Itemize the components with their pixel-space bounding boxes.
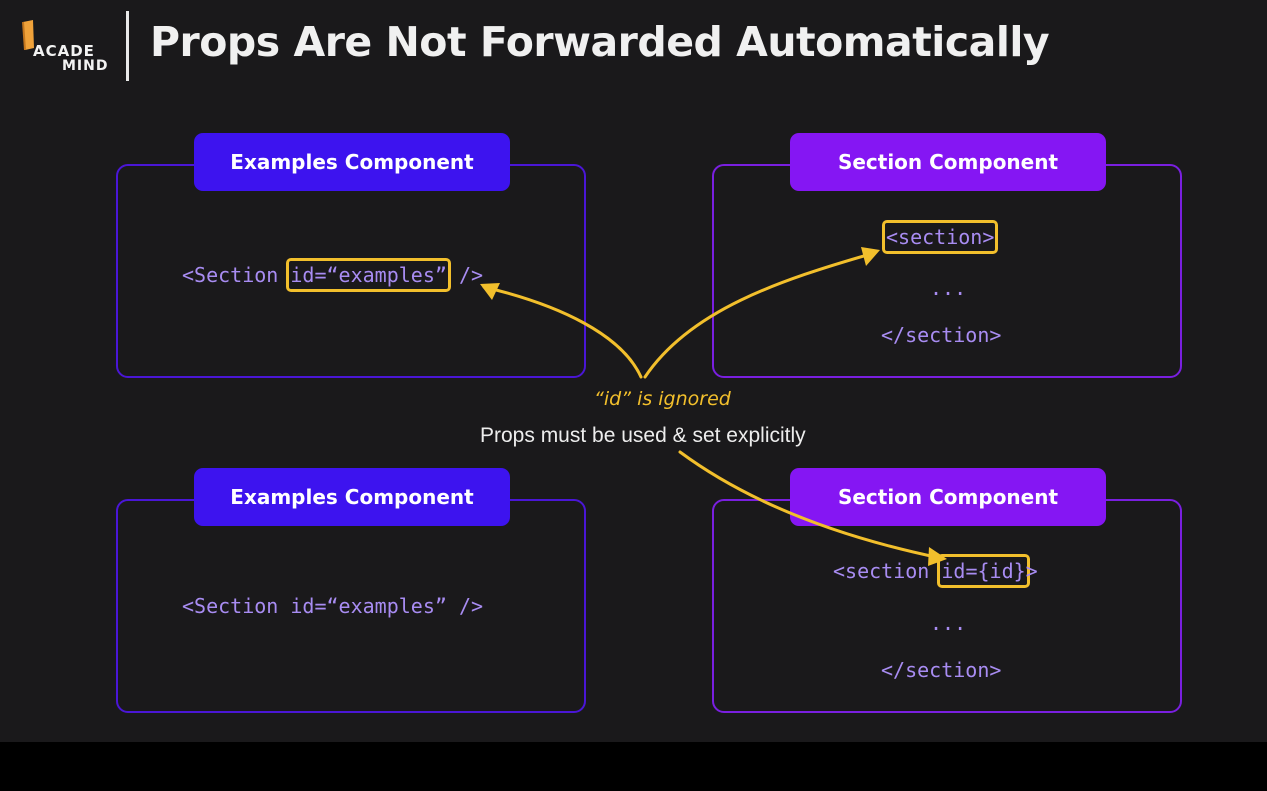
arrowhead-section-tag: [861, 247, 880, 266]
arrow-to-id-binding: [678, 450, 942, 560]
slide: ACADE MIND Props Are Not Forwarded Autom…: [0, 0, 1267, 742]
annotation-arrows: [480, 247, 947, 566]
arrowhead-id-binding: [928, 547, 947, 566]
bottom-bar: [0, 742, 1267, 791]
arrow-to-id-prop: [482, 285, 643, 379]
arrow-to-section-tag: [643, 251, 876, 379]
